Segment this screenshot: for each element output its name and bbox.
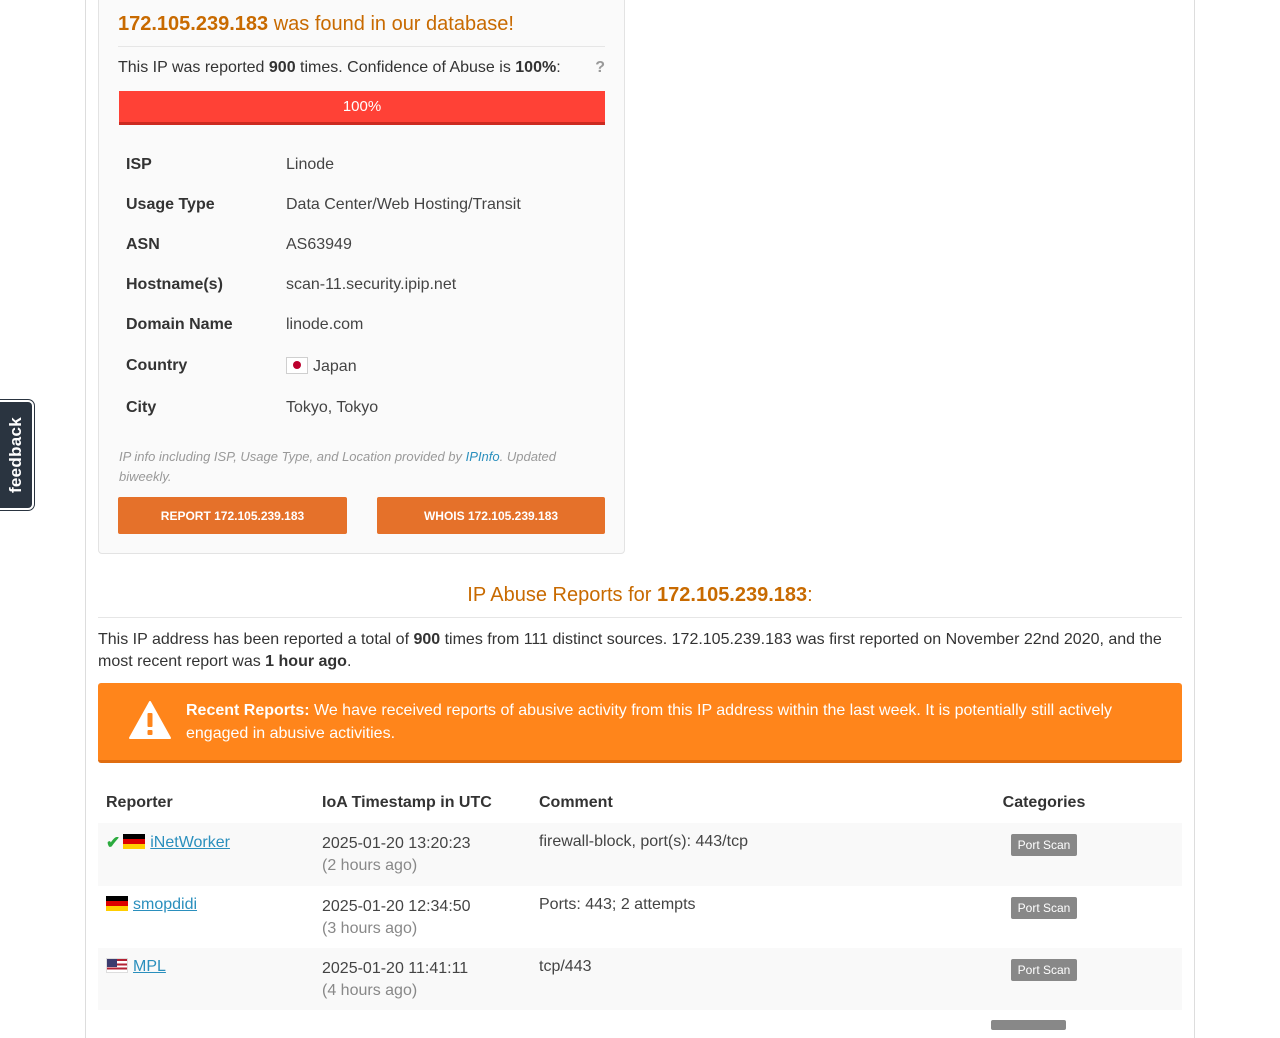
recent-reports-alert: Recent Reports: We have received reports… xyxy=(98,683,1182,763)
info-row-domain-name: Domain Name linode.com xyxy=(126,305,596,345)
info-row-asn: ASN AS63949 xyxy=(126,225,596,265)
reported-line: This IP was reported 900 times. Confiden… xyxy=(118,59,605,77)
reported-suffix: : xyxy=(556,59,561,76)
info-value: scan-11.security.ipip.net xyxy=(286,276,457,293)
info-key: Usage Type xyxy=(126,196,215,213)
summary-part-1: This IP address has been reported a tota… xyxy=(98,631,414,648)
header-categories: Categories xyxy=(1002,794,1086,811)
germany-flag-icon xyxy=(106,896,128,911)
header-reporter: Reporter xyxy=(106,794,173,811)
reported-prefix: This IP was reported xyxy=(118,59,269,76)
reporter-link[interactable]: MPL xyxy=(133,958,166,975)
categories-cell: Port Scan xyxy=(906,823,1182,886)
comment-cell: firewall-block, port(s): 443/tcp xyxy=(531,823,906,886)
usa-flag-icon xyxy=(106,958,128,973)
info-key: Domain Name xyxy=(126,316,233,333)
timestamp-cell: 2025-01-20 11:41:11 (4 hours ago) xyxy=(314,948,531,1010)
info-key: ISP xyxy=(126,156,152,173)
ipinfo-note: IP info including ISP, Usage Type, and L… xyxy=(119,447,599,487)
reporter-cell: MPL xyxy=(98,948,314,1010)
table-row: MPL 2025-01-20 11:41:11 (4 hours ago) tcp… xyxy=(98,948,1182,1010)
reports-summary: This IP address has been reported a tota… xyxy=(98,629,1182,673)
confidence-value: 100% xyxy=(515,59,557,76)
reporter-cell: ✔ iNetWorker xyxy=(98,823,314,886)
info-row-country: Country Japan xyxy=(126,345,596,387)
comment-cell: tcp/443 xyxy=(531,948,906,1010)
whois-ip-button[interactable]: WHOIS 172.105.239.183 xyxy=(377,497,605,534)
note-prefix: IP info including ISP, Usage Type, and L… xyxy=(119,449,466,464)
reported-mid: times. Confidence of Abuse is xyxy=(295,59,516,76)
table-row: smopdidi 2025-01-20 12:34:50 (3 hours ago… xyxy=(98,886,1182,948)
report-count: 900 xyxy=(268,59,296,76)
next-row-badge-peek xyxy=(991,1020,1066,1030)
reporter-link[interactable]: smopdidi xyxy=(133,896,197,913)
ip-info-table: ISP Linode Usage Type Data Center/Web Ho… xyxy=(126,145,596,429)
germany-flag-icon xyxy=(123,834,146,849)
help-question-icon[interactable]: ? xyxy=(595,59,605,77)
header-comment: Comment xyxy=(539,794,613,811)
info-value: linode.com xyxy=(286,316,364,333)
table-row: ✔ iNetWorker 2025-01-20 13:20:23 (2 hours … xyxy=(98,823,1182,886)
info-value: Data Center/Web Hosting/Transit xyxy=(286,196,521,213)
category-badge[interactable]: Port Scan xyxy=(1010,897,1078,919)
feedback-label: feedback xyxy=(6,416,26,494)
summary-recent: 1 hour ago xyxy=(265,653,347,670)
summary-part-3: . xyxy=(346,653,352,670)
info-key: ASN xyxy=(126,236,160,253)
header-timestamp: IoA Timestamp in UTC xyxy=(322,794,492,811)
reports-title: IP Abuse Reports for 172.105.239.183: xyxy=(98,584,1182,618)
alert-bold: Recent Reports: xyxy=(186,702,310,719)
reports-header-row: Reporter IoA Timestamp in UTC Comment Ca… xyxy=(98,785,1182,823)
reports-table: Reporter IoA Timestamp in UTC Comment Ca… xyxy=(98,785,1182,1010)
timestamp: 2025-01-20 13:20:23 xyxy=(322,835,471,852)
info-value-country: Japan xyxy=(286,345,596,387)
alert-text: Recent Reports: We have received reports… xyxy=(186,699,1146,745)
info-row-isp: ISP Linode xyxy=(126,145,596,185)
relative-time: (3 hours ago) xyxy=(322,920,418,937)
japan-flag-icon xyxy=(286,356,308,374)
summary-count: 900 xyxy=(413,631,441,648)
reporter-cell: smopdidi xyxy=(98,886,314,948)
info-key: City xyxy=(126,399,157,416)
info-key: Hostname(s) xyxy=(126,276,223,293)
warning-icon xyxy=(129,701,171,739)
reports-title-suffix: : xyxy=(807,584,813,606)
found-title: 172.105.239.183 was found in our databas… xyxy=(118,13,605,47)
relative-time: (2 hours ago) xyxy=(322,857,418,874)
comment-cell: Ports: 443; 2 attempts xyxy=(539,896,696,913)
categories-cell: Port Scan xyxy=(906,886,1182,948)
verified-check-icon: ✔ xyxy=(106,833,121,852)
category-badge[interactable]: Port Scan xyxy=(1010,959,1078,981)
alert-body: We have received reports of abusive acti… xyxy=(186,702,1112,742)
report-ip-button[interactable]: REPORT 172.105.239.183 xyxy=(118,497,347,534)
found-ip: 172.105.239.183 xyxy=(118,13,269,35)
info-value: Tokyo, Tokyo xyxy=(286,399,379,416)
timestamp: 2025-01-20 11:41:11 xyxy=(322,960,469,977)
timestamp: 2025-01-20 12:34:50 xyxy=(322,898,471,915)
info-value: Linode xyxy=(286,156,335,173)
relative-time: (4 hours ago) xyxy=(322,982,418,999)
info-row-city: City Tokyo, Tokyo xyxy=(126,387,596,429)
ip-summary-card: 172.105.239.183 was found in our databas… xyxy=(98,0,625,554)
timestamp-cell: 2025-01-20 12:34:50 (3 hours ago) xyxy=(314,886,531,948)
info-key: Country xyxy=(126,357,188,374)
reports-title-ip: 172.105.239.183 xyxy=(657,584,808,606)
reports-title-prefix: IP Abuse Reports for xyxy=(467,584,658,606)
categories-cell: Port Scan xyxy=(906,948,1182,1010)
reporter-link[interactable]: iNetWorker xyxy=(150,834,230,851)
info-row-hostnames: Hostname(s) scan-11.security.ipip.net xyxy=(126,265,596,305)
info-row-usage-type: Usage Type Data Center/Web Hosting/Trans… xyxy=(126,185,596,225)
confidence-progress-bar: 100% xyxy=(119,91,605,125)
progress-label: 100% xyxy=(342,98,382,115)
found-suffix: was found in our database! xyxy=(268,13,514,35)
category-badge[interactable]: Port Scan xyxy=(1010,834,1078,856)
timestamp-cell: 2025-01-20 13:20:23 (2 hours ago) xyxy=(314,823,531,886)
feedback-tab[interactable]: feedback xyxy=(0,400,34,510)
ipinfo-link[interactable]: IPInfo xyxy=(466,449,500,464)
country-name: Japan xyxy=(313,357,357,375)
info-value: AS63949 xyxy=(286,236,352,253)
